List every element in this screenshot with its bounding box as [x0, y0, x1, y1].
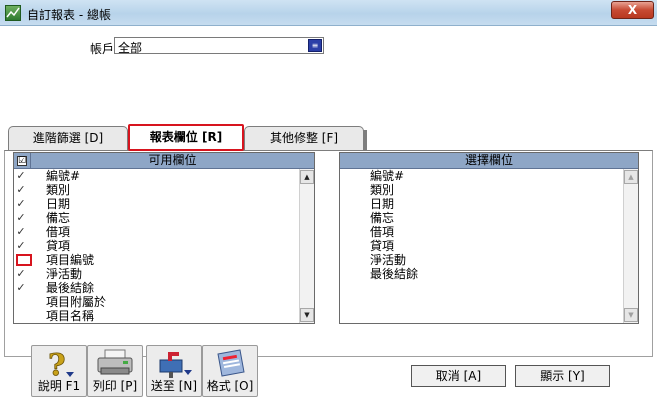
selected-column-row[interactable]: 編號# [340, 169, 620, 183]
check-icon[interactable]: ✓ [14, 211, 28, 225]
available-column-row[interactable]: ✓ 借項 [14, 225, 298, 239]
selected-column-row[interactable]: 日期 [340, 197, 620, 211]
check-icon[interactable]: ✓ [14, 225, 28, 239]
selected-column-row[interactable]: 備忘 [340, 211, 620, 225]
printer-icon [97, 349, 133, 375]
available-column-row[interactable]: ✓ 最後結餘 [14, 281, 298, 295]
column-label: 項目附屬於 [46, 295, 107, 309]
empty-check-cell[interactable] [14, 295, 28, 309]
column-label: 類別 [46, 183, 71, 197]
check-icon[interactable]: ✓ [14, 183, 28, 197]
column-label: 備忘 [46, 211, 71, 225]
account-value: 全部 [118, 41, 143, 55]
available-columns-header: 可用欄位 [30, 153, 314, 169]
available-column-row[interactable]: ✓ 貸項 [14, 239, 298, 253]
question-mark-icon: ? [48, 348, 74, 380]
column-label: 編號# [46, 169, 81, 183]
column-label: 項目編號 [46, 253, 95, 267]
available-columns-scrollbar[interactable]: ▲ ▼ [299, 169, 314, 323]
column-label: 項目名稱 [46, 309, 95, 323]
column-label: 借項 [46, 225, 71, 239]
column-label: 最後結餘 [46, 281, 95, 295]
selected-column-row[interactable]: 貸項 [340, 239, 620, 253]
selected-columns-list[interactable]: 選擇欄位 編號# 類別 日期 備忘 借項 貸項 淨活動 最後結餘 ▲ ▼ [339, 152, 639, 324]
check-icon[interactable]: ✓ [14, 169, 28, 183]
scroll-down-icon[interactable]: ▼ [300, 308, 314, 322]
scroll-up-icon[interactable]: ▲ [624, 170, 638, 184]
available-column-row[interactable]: ✓ 備忘 [14, 211, 298, 225]
scroll-up-icon[interactable]: ▲ [300, 170, 314, 184]
tab-report-columns[interactable]: 報表欄位 [R] [128, 124, 244, 151]
check-icon[interactable]: ✓ [14, 267, 28, 281]
dialog-body: 帳戶 全部 ≡ 進階篩選 [D] 其他修整 [F] 報表欄位 [R] ☑ 可用欄… [0, 26, 657, 417]
available-column-row[interactable]: ✓ 淨活動 [14, 267, 298, 281]
selected-columns-scrollbar[interactable]: ▲ ▼ [623, 169, 638, 323]
column-label: 日期 [46, 197, 71, 211]
format-document-icon [217, 349, 245, 377]
check-icon[interactable]: ✓ [14, 239, 28, 253]
show-button[interactable]: 顯示 [Y] [515, 365, 610, 387]
column-label: 淨活動 [370, 253, 407, 267]
column-label: 貸項 [46, 239, 71, 253]
available-column-row[interactable]: ✓ 日期 [14, 197, 298, 211]
select-all-checkbox[interactable]: ☑ [14, 153, 30, 169]
selected-column-row[interactable]: 最後結餘 [340, 267, 620, 281]
column-label: 淨活動 [46, 267, 83, 281]
check-icon[interactable]: ✓ [14, 197, 28, 211]
tab-advanced-filter[interactable]: 進階篩選 [D] [8, 126, 128, 150]
selected-columns-header: 選擇欄位 [340, 153, 638, 169]
print-button[interactable]: 列印 [P] [87, 345, 143, 397]
svg-text:?: ? [48, 348, 66, 380]
close-button[interactable]: X [611, 1, 654, 19]
window-title: 自訂報表 - 總帳 [27, 8, 111, 22]
column-label: 編號# [370, 169, 405, 183]
format-button[interactable]: 格式 [O] [202, 345, 258, 397]
available-column-row[interactable]: ✓ 編號# [14, 169, 298, 183]
selected-column-row[interactable]: 類別 [340, 183, 620, 197]
available-column-row[interactable]: 項目名稱 [14, 309, 298, 323]
dropdown-arrow-icon[interactable]: ≡ [308, 39, 322, 52]
column-label: 貸項 [370, 239, 395, 253]
check-icon[interactable]: ✓ [14, 281, 28, 295]
column-label: 最後結餘 [370, 267, 419, 281]
app-chart-icon [5, 5, 21, 21]
selected-column-row[interactable]: 借項 [340, 225, 620, 239]
help-button[interactable]: ? 說明 F1 [31, 345, 87, 397]
column-label: 日期 [370, 197, 395, 211]
available-column-row[interactable]: 項目附屬於 [14, 295, 298, 309]
selected-column-row[interactable]: 淨活動 [340, 253, 620, 267]
column-label: 類別 [370, 183, 395, 197]
column-label: 借項 [370, 225, 395, 239]
account-select[interactable]: 全部 ≡ [114, 37, 324, 55]
available-column-row[interactable]: 項目編號 [14, 253, 298, 267]
column-label: 備忘 [370, 211, 395, 225]
scroll-down-icon[interactable]: ▼ [624, 308, 638, 322]
available-column-row[interactable]: ✓ 類別 [14, 183, 298, 197]
unchecked-checkbox-highlighted[interactable] [16, 254, 32, 266]
available-columns-list[interactable]: ☑ 可用欄位 ✓ 編號# ✓ 類別 ✓ 日期 ✓ 備忘 ✓ 借項 ✓ 貸項 項目編號 ✓ 淨活動 ✓ 最後結餘項… [13, 152, 315, 324]
send-to-button[interactable]: 送至 [N] [146, 345, 202, 397]
cancel-button[interactable]: 取消 [A] [411, 365, 506, 387]
account-label: 帳戶 [90, 42, 115, 56]
title-bar: 自訂報表 - 總帳 X [0, 0, 657, 26]
empty-check-cell[interactable] [14, 309, 28, 323]
tab-other-adjustments[interactable]: 其他修整 [F] [244, 126, 367, 151]
mailbox-icon [159, 352, 192, 378]
